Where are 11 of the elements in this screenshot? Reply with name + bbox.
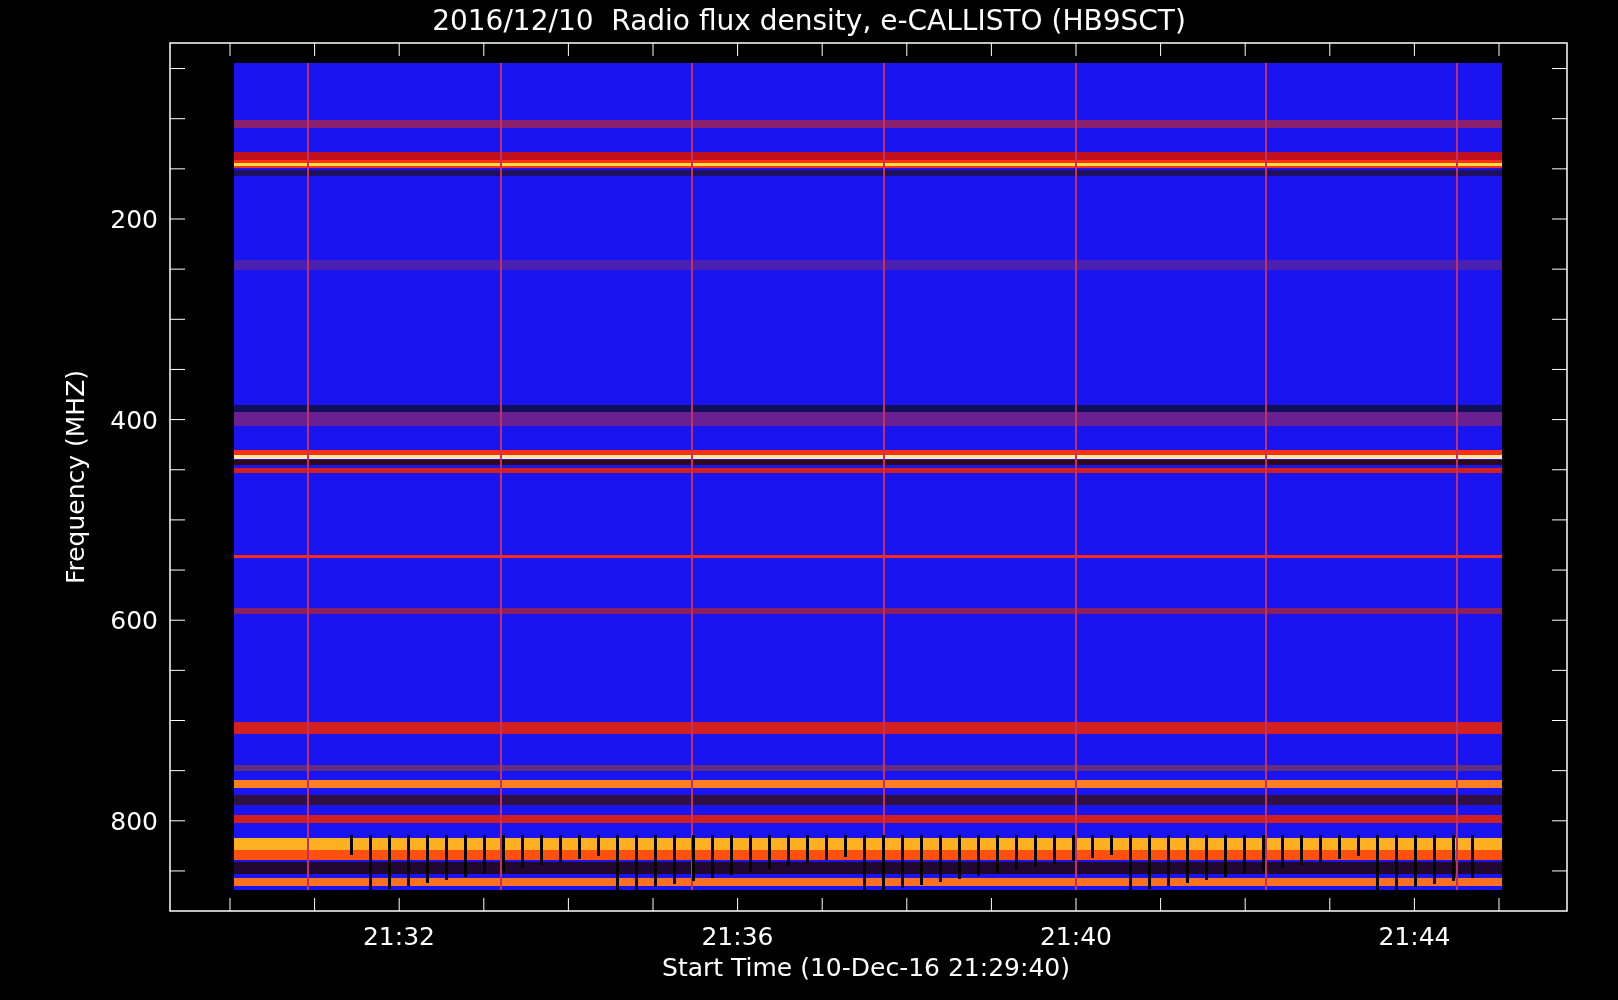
x-tick-label: 21:44 <box>1378 922 1451 951</box>
y-tick-label: 800 <box>110 806 158 836</box>
y-tick-label: 600 <box>110 606 158 636</box>
y-axis-label: Frequency (MHZ) <box>61 369 90 585</box>
x-tick-label: 21:36 <box>701 922 774 951</box>
y-tick-label: 400 <box>110 405 158 435</box>
y-tick-label: 200 <box>110 205 158 234</box>
x-tick-label: 21:40 <box>1040 922 1112 951</box>
chart-title: 2016/12/10 Radio flux density, e-CALLISTO (HB9SCT) <box>432 4 1186 37</box>
x-axis-label: Start Time (10-Dec-16 21:29:40) <box>662 953 1070 982</box>
x-tick-label: 21:32 <box>363 922 435 951</box>
